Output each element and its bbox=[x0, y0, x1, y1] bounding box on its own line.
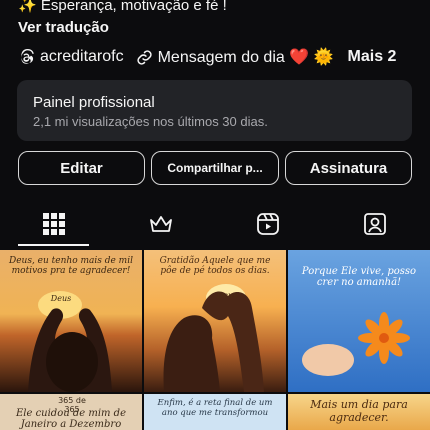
post-caption: Ele cuidou de mim de Janeiro a Dezembro bbox=[15, 408, 127, 430]
profile-links: acreditarofc Mensagem do dia ❤️ 🌞 Mais 2 bbox=[18, 46, 396, 68]
post-thumbnail[interactable]: Deus, eu tenho mais de mil motivos pra t… bbox=[0, 250, 142, 392]
message-label: Mensagem do dia ❤️ 🌞 bbox=[157, 49, 334, 66]
message-link[interactable]: Mensagem do dia ❤️ 🌞 bbox=[136, 47, 334, 67]
post-thumbnail[interactable]: 365 de 365 Ele cuidou de mim de Janeiro … bbox=[0, 394, 142, 430]
subscription-button[interactable]: Assinatura bbox=[285, 151, 412, 185]
tab-exclusive[interactable] bbox=[107, 200, 214, 248]
more-links[interactable]: Mais 2 bbox=[348, 48, 397, 66]
post-thumbnail[interactable]: Mais um dia para agradecer. bbox=[288, 394, 430, 430]
post-caption: Gratidão Aquele que me pôe de pé todos o… bbox=[159, 256, 271, 276]
tab-tagged[interactable] bbox=[321, 200, 428, 248]
active-tab-indicator bbox=[18, 244, 89, 246]
post-caption: Mais um dia para agradecer. bbox=[310, 398, 408, 424]
post-caption: Enfim, é a reta final de um ano que me t… bbox=[157, 398, 273, 418]
tab-reels[interactable] bbox=[214, 200, 321, 248]
dashboard-subtitle: 2,1 mi visualizações nos últimos 30 dias… bbox=[33, 114, 268, 129]
professional-dashboard[interactable]: Painel profissional 2,1 mi visualizações… bbox=[17, 80, 412, 141]
post-inner-text: Deus bbox=[216, 291, 238, 300]
post-thumbnail[interactable]: Porque Ele vive, posso crer no amanhã! bbox=[288, 250, 430, 392]
dashboard-title: Painel profissional bbox=[33, 94, 155, 111]
post-caption: Deus, eu tenho mais de mil motivos pra t… bbox=[9, 256, 133, 276]
grid-icon bbox=[42, 213, 65, 235]
post-inner-text: Deus bbox=[50, 294, 72, 303]
post-thumbnail[interactable]: Gratidão Aquele que me pôe de pé todos o… bbox=[144, 250, 286, 392]
crown-icon bbox=[149, 216, 172, 232]
see-translation-link[interactable]: Ver tradução bbox=[18, 19, 109, 36]
post-thumbnail[interactable]: Enfim, é a reta final de um ano que me t… bbox=[144, 394, 286, 430]
profile-tabs bbox=[0, 200, 430, 248]
edit-profile-button[interactable]: Editar bbox=[18, 151, 145, 185]
tab-posts-grid[interactable] bbox=[0, 200, 107, 248]
reels-icon bbox=[256, 213, 279, 235]
tagged-icon bbox=[363, 213, 386, 235]
threads-icon bbox=[21, 48, 34, 64]
share-profile-button[interactable]: Compartilhar p... bbox=[151, 151, 279, 185]
threads-link[interactable]: acreditarofc bbox=[18, 48, 124, 66]
post-caption: Porque Ele vive, posso crer no amanhã! bbox=[301, 266, 417, 288]
threads-handle: acreditarofc bbox=[40, 48, 124, 65]
link-chain-icon bbox=[136, 49, 152, 65]
bio-text: ✨ Esperança, motivação e fé ! bbox=[18, 0, 227, 14]
